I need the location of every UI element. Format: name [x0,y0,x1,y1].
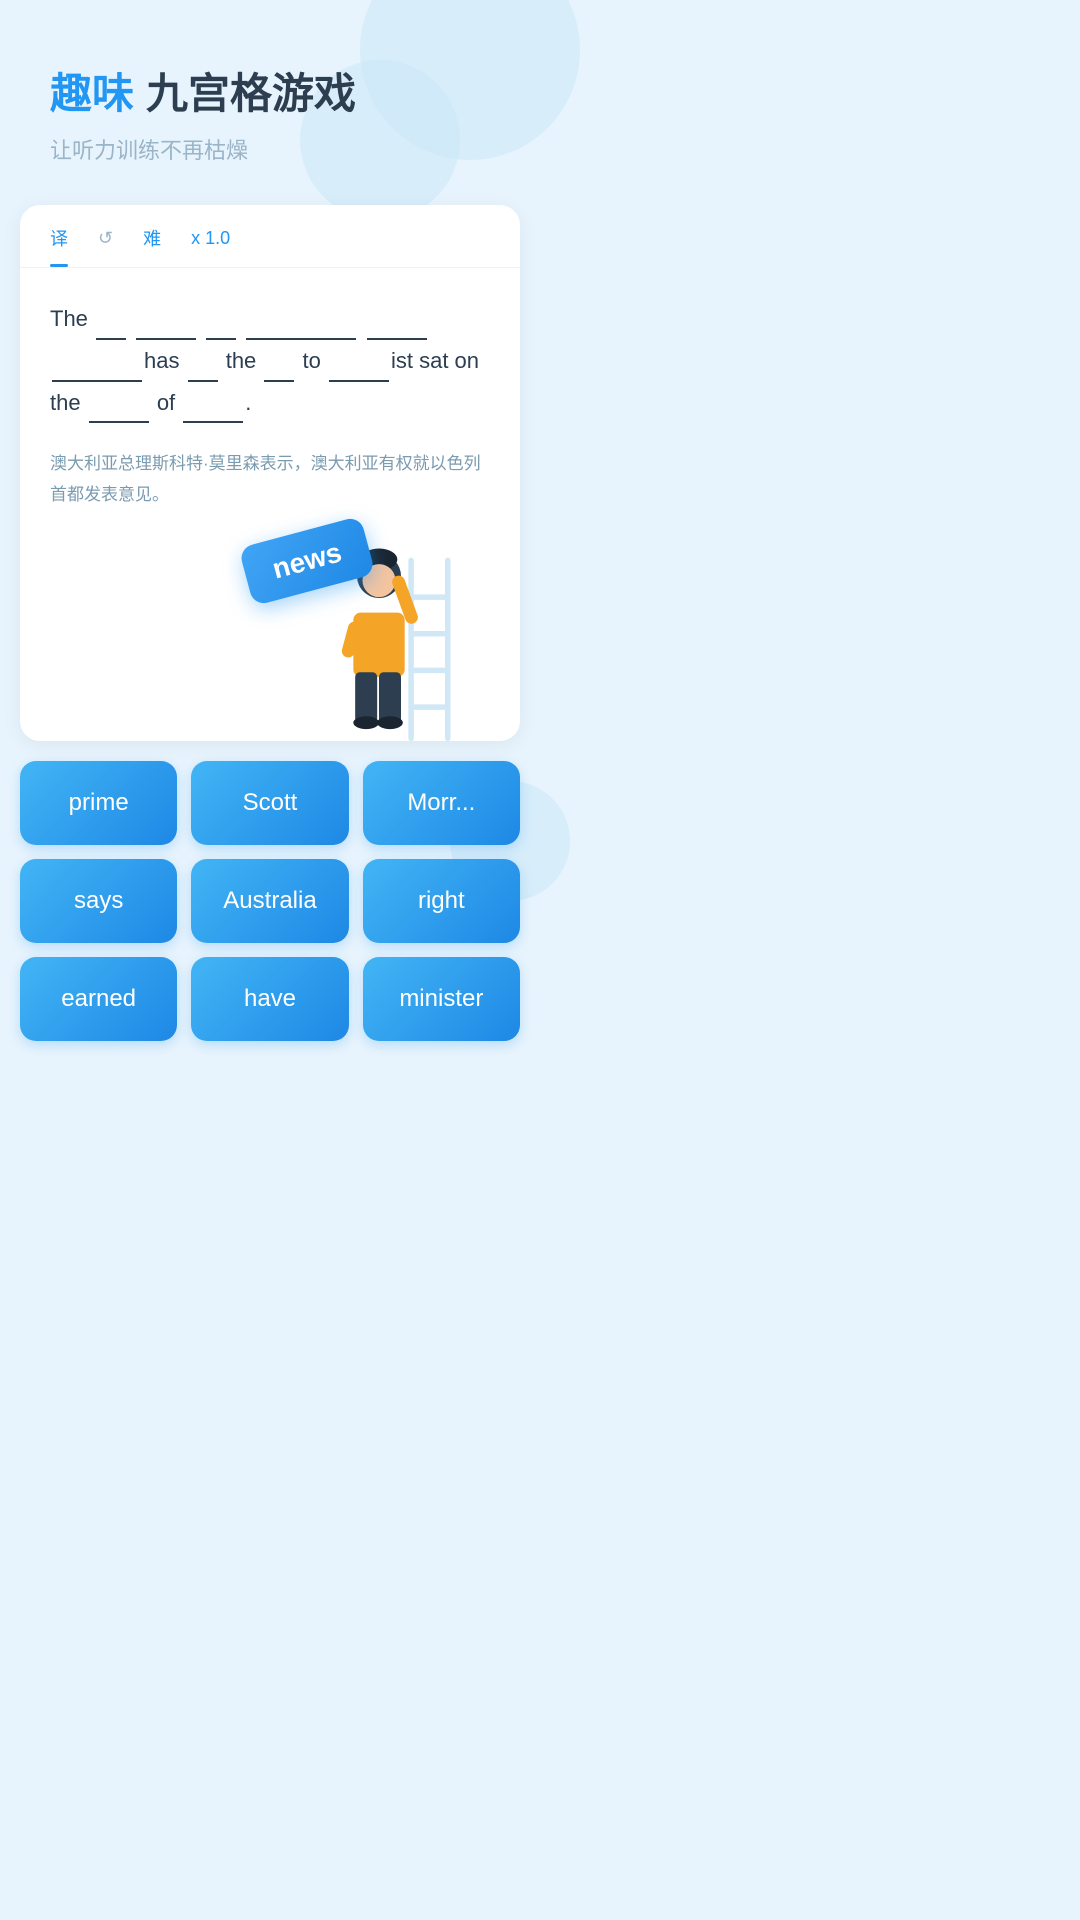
blank-9 [329,380,389,382]
sentence-area: The has the to ist sat on the of . [20,268,520,433]
blank-2 [136,338,196,340]
word-btn-right[interactable]: right [363,859,520,943]
tab-speed[interactable]: x 1.0 [191,208,230,265]
blank-8 [264,380,294,382]
blank-6 [52,380,142,382]
word-grid: prime Scott Morr... says Australia right… [0,741,540,1061]
blank-4 [246,338,356,340]
title-fun: 趣味 [50,60,134,121]
sentence-text: The has the to ist sat on the of . [50,298,490,423]
blank-1 [96,338,126,340]
tab-bar: 译 ↺ 难 x 1.0 [20,205,520,268]
word-btn-scott[interactable]: Scott [191,761,348,845]
blank-3 [206,338,236,340]
tab-refresh[interactable]: ↺ [98,208,113,265]
illustration-area: news [20,521,520,721]
word-btn-minister[interactable]: minister [363,957,520,1041]
word-btn-have[interactable]: have [191,957,348,1041]
subtitle: 让听力训练不再枯燥 [50,133,500,165]
word-btn-morrison[interactable]: Morr... [363,761,520,845]
main-card: 译 ↺ 难 x 1.0 The has the to ist sat on th… [20,205,520,741]
tab-level[interactable]: 难 [143,205,161,267]
word-btn-prime[interactable]: prime [20,761,177,845]
title-main: 九宫格游戏 [146,60,356,121]
header: 趣味 九宫格游戏 让听力训练不再枯燥 [0,0,540,185]
word-btn-australia[interactable]: Australia [191,859,348,943]
word-btn-earned[interactable]: earned [20,957,177,1041]
blank-11 [183,421,243,423]
blank-10 [89,421,149,423]
word-btn-says[interactable]: says [20,859,177,943]
blank-5 [367,338,427,340]
title-row: 趣味 九宫格游戏 [50,60,500,121]
translation-text: 澳大利亚总理斯科特·莫里森表示，澳大利亚有权就以色列首都发表意见。 [20,433,520,520]
blank-7 [188,380,218,382]
tab-translate[interactable]: 译 [50,205,68,267]
